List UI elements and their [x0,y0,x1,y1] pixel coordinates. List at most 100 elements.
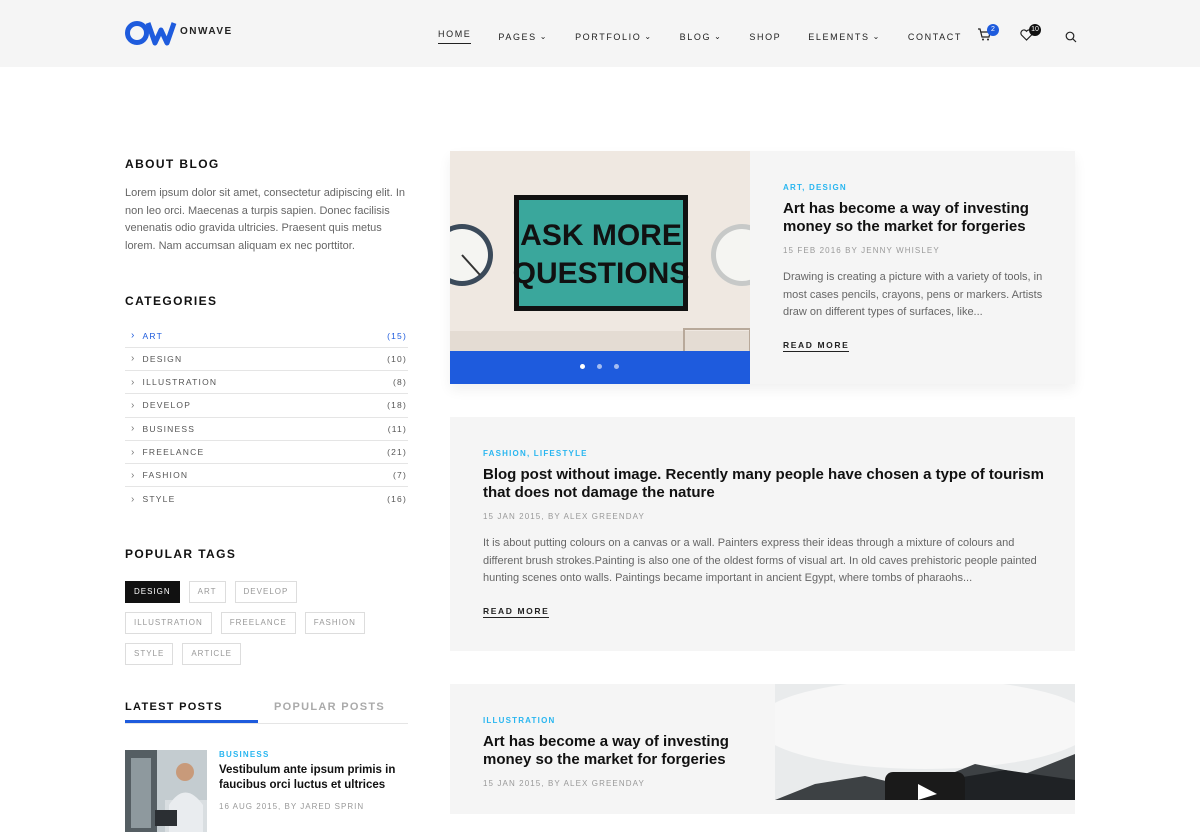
chevron-right-icon: › [131,376,136,388]
category-count: (16) [387,494,407,505]
post-excerpt: Drawing is creating a picture with a var… [783,271,1043,318]
post-date: 15 FEB 2016 BY JENNY WHISLEY [783,246,940,255]
tags-title: POPULAR TAGS [125,546,237,561]
chevron-right-icon: › [131,399,136,411]
category-name: DESIGN [142,353,183,364]
nav-item-portfolio[interactable]: PORTFOLIO ⌄ [575,29,653,44]
chevron-right-icon: › [131,330,136,342]
latest-post-thumbnail[interactable] [125,749,207,832]
nav-label: BLOG [679,31,712,42]
search-button[interactable] [1065,30,1077,48]
category-name: BUSINESS [142,423,196,434]
category-item-illustration[interactable]: › ILLUSTRATION (8) [125,371,408,395]
wishlist-count-badge: 10 [1029,24,1041,36]
post-content: ART, DESIGN Art has become a way of inve… [783,183,1045,353]
post-category[interactable]: FASHION, LIFESTYLE [483,449,1048,458]
post-image-slider[interactable]: ASK MORE QUESTIONS [450,151,750,384]
category-item-freelance[interactable]: › FREELANCE (21) [125,441,408,465]
nav-item-elements[interactable]: ELEMENTS ⌄ [808,29,881,44]
nav-label: PAGES [498,31,537,42]
category-name: ART [142,330,163,341]
slider-dot[interactable] [597,364,602,369]
post-category[interactable]: ILLUSTRATION [483,716,753,725]
chevron-right-icon: › [131,353,136,365]
latest-post-date: 16 AUG 2015, BY JARED SPRIN [219,801,365,811]
category-name: ILLUSTRATION [142,377,218,388]
category-count: (21) [387,447,407,457]
category-item-design[interactable]: › DESIGN (10) [125,348,408,371]
latest-post-category[interactable]: BUSINESS [219,750,399,759]
post-excerpt: It is about putting colours on a canvas … [483,537,1037,584]
category-item-style[interactable]: › STYLE (16) [125,487,408,510]
latest-post-title[interactable]: Vestibulum ante ipsum primis in faucibus… [219,763,399,793]
logo-text: ONWAVE [180,25,233,37]
category-count: (7) [393,470,407,481]
search-icon [1065,31,1077,43]
post-title[interactable]: Blog post without image. Recently many p… [483,466,1048,502]
post-video-thumbnail[interactable] [775,684,1075,800]
nav-item-pages[interactable]: PAGES ⌄ [498,29,548,44]
read-more-link[interactable]: READ MORE [483,606,550,618]
latest-post-item[interactable]: BUSINESS Vestibulum ante ipsum primis in… [125,749,408,832]
tag-art[interactable]: ART [188,580,226,603]
tag-fashion[interactable]: FASHION [304,611,365,634]
category-count: (11) [387,423,407,434]
category-count: (8) [393,377,407,388]
chevron-down-icon: ⌄ [872,32,881,41]
mountain-fog-image [775,684,1075,800]
category-name: DEVELOP [142,400,192,411]
chevron-right-icon: › [131,446,136,458]
category-count: (15) [387,330,407,341]
post-title[interactable]: Art has become a way of investing money … [483,733,753,769]
about-widget: ABOUT BLOG Lorem ipsum dolor sit amet, c… [125,157,408,255]
nav-label: SHOP [749,31,782,42]
nav-item-blog[interactable]: BLOG ⌄ [680,29,723,44]
main-nav: HOME PAGES ⌄ PORTFOLIO ⌄ BLOG ⌄ SHOP ELEMEN… [438,29,989,44]
slider-dots [580,364,619,369]
category-count: (10) [387,353,407,364]
slider-dot[interactable] [614,364,619,369]
site-header: ONWAVE HOME PAGES ⌄ PORTFOLIO ⌄ BLOG ⌄ SHOP… [0,0,1200,67]
tag-freelance[interactable]: FREELANCE [220,611,296,634]
category-name: FASHION [142,470,189,481]
tag-article[interactable]: ARTICLE [182,642,241,665]
category-item-business[interactable]: › BUSINESS (11) [125,418,408,441]
read-more-link[interactable]: READ MORE [783,340,850,352]
category-item-develop[interactable]: › DEVELOP (18) [125,394,408,418]
nav-label: PORTFOLIO [575,31,642,42]
logo-mark-icon [125,21,177,46]
chevron-down-icon: ⌄ [539,32,549,41]
tag-style[interactable]: STYLE [125,642,174,665]
image-text-line1: ASK MORE [520,219,682,252]
logo[interactable]: ONWAVE [125,20,233,46]
cart-button[interactable]: 2 [977,24,999,46]
tag-illustration[interactable]: ILLUSTRATION [125,611,212,634]
wishlist-button[interactable]: 10 [1020,24,1041,46]
category-item-art[interactable]: › ART (15) [125,324,408,348]
nav-item-shop[interactable]: SHOP [749,29,781,44]
tab-popular-posts[interactable]: POPULAR POSTS [274,696,385,723]
nav-item-contact[interactable]: CONTACT [908,29,962,44]
about-title: ABOUT BLOG [125,157,220,171]
post-date: 15 JAN 2015, BY ALEX GREENDAY [483,512,645,521]
category-list: › ART (15) › DESIGN (10) › ILLUSTRATION (8) › D… [125,324,408,510]
post-content: ILLUSTRATION Art has become a way of inv… [483,716,753,788]
category-name: STYLE [142,494,176,505]
slider-dot[interactable] [580,364,585,369]
chevron-right-icon: › [131,469,136,481]
category-item-fashion[interactable]: › FASHION (7) [125,464,408,488]
nav-label: HOME [438,29,472,39]
post-content: FASHION, LIFESTYLE Blog post without ima… [483,449,1048,619]
post-title[interactable]: Art has become a way of investing money … [783,200,1045,236]
nav-label: CONTACT [907,31,962,42]
sidebar: ABOUT BLOG Lorem ipsum dolor sit amet, c… [125,150,408,832]
posts-tabs: LATEST POSTS POPULAR POSTS [125,696,408,724]
blog-post-card: FASHION, LIFESTYLE Blog post without ima… [450,417,1075,651]
category-count: (18) [387,400,407,411]
tag-design[interactable]: DESIGN [125,580,180,603]
nav-item-home[interactable]: HOME [438,29,472,44]
tag-develop[interactable]: DEVELOP [234,580,298,603]
post-category[interactable]: ART, DESIGN [783,183,1045,192]
tab-latest-posts[interactable]: LATEST POSTS [125,696,258,723]
nav-label: ELEMENTS [808,31,870,42]
